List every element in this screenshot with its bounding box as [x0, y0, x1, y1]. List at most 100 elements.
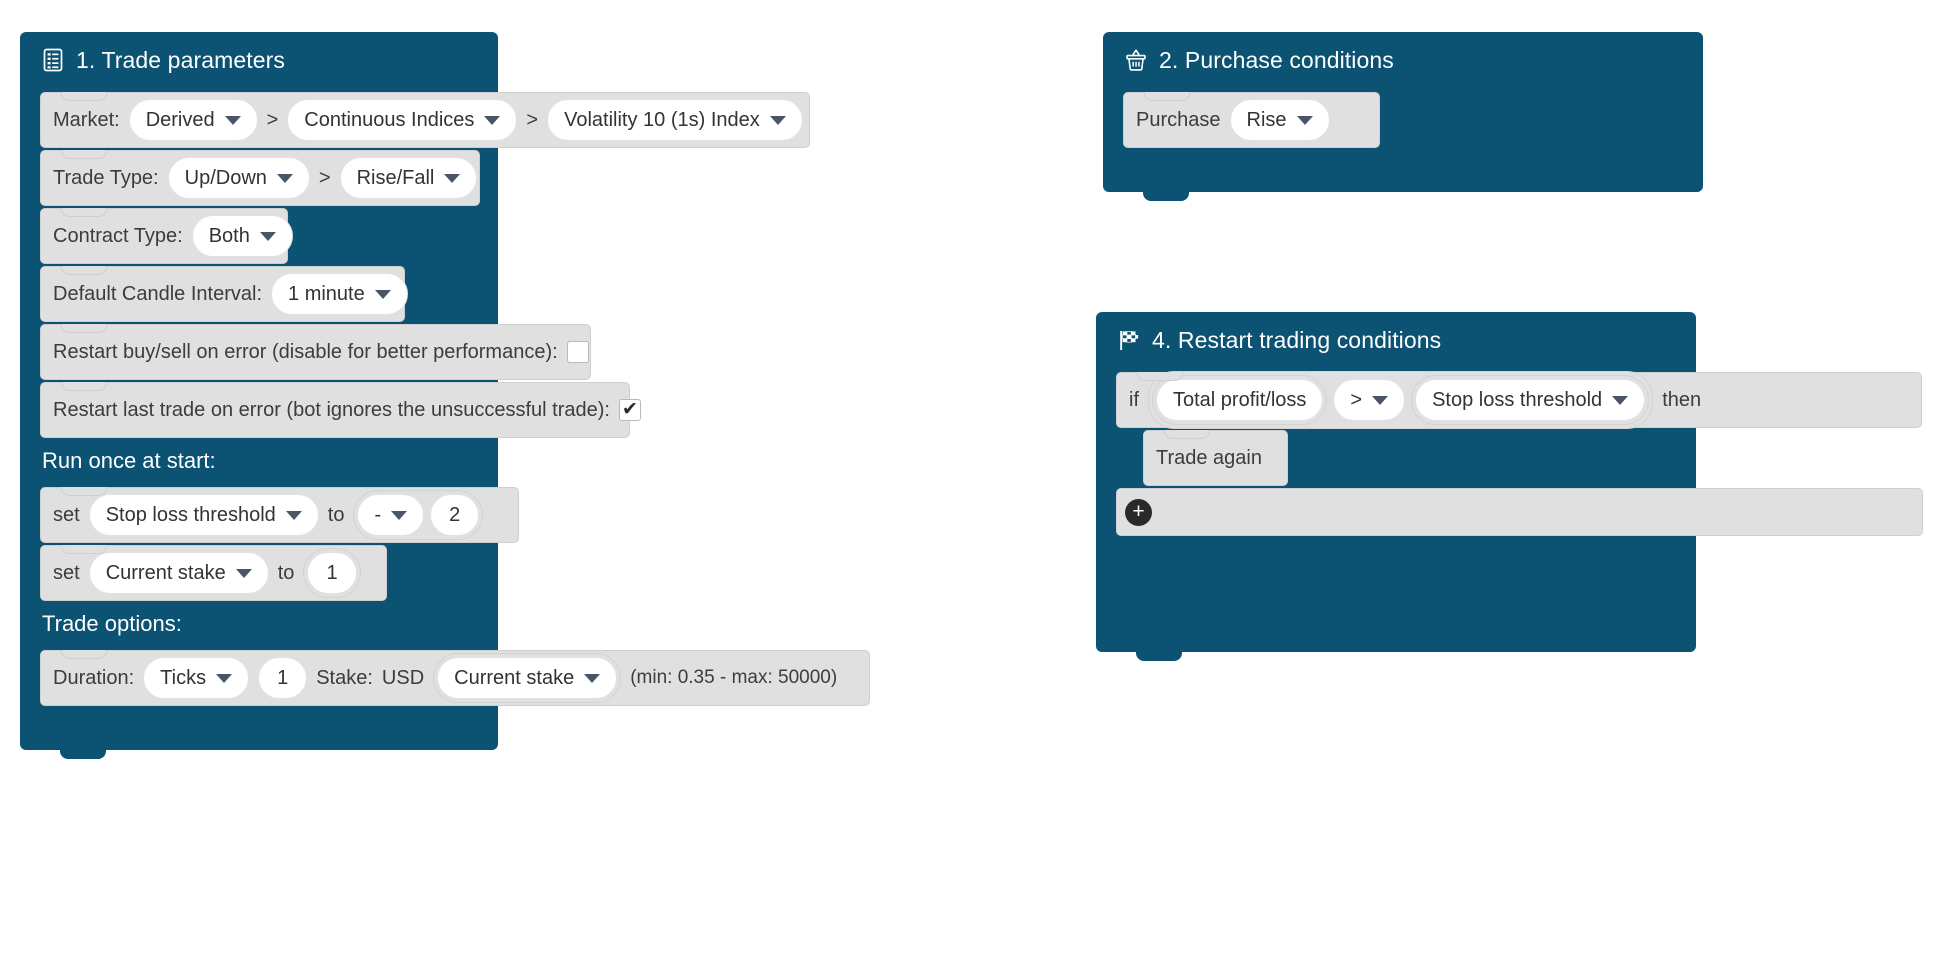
if-condition-socket[interactable]: Total profit/loss > Stop loss threshold [1148, 371, 1654, 429]
restart-buy-sell-checkbox[interactable] [566, 341, 589, 363]
add-block-button[interactable]: + [1125, 498, 1152, 526]
statement-if-condition[interactable]: if Total profit/loss > Stop loss thresho… [1116, 371, 1922, 429]
duration-value: 1 [277, 666, 289, 689]
right-operand-socket[interactable]: Stop loss threshold [1411, 375, 1650, 425]
set-label: set [53, 503, 80, 526]
stake-variable-value: Current stake [454, 666, 575, 689]
current-stake-variable-dropdown[interactable]: Current stake [88, 552, 269, 594]
to-label: to [327, 503, 345, 526]
statement-contract-type[interactable]: Contract Type: Both [40, 208, 293, 264]
duration-value-input[interactable]: 1 [258, 657, 308, 699]
block-trade-parameters-bottom-nub [60, 750, 106, 759]
stop-loss-number-value: 2 [449, 503, 461, 526]
market-separator-1: > [266, 108, 279, 131]
then-label: then [1662, 388, 1702, 411]
total-profit-loss-block[interactable]: Total profit/loss [1156, 379, 1324, 421]
restart-last-trade-label: Restart last trade on error (bot ignores… [53, 398, 610, 421]
chevron-down-icon [235, 568, 252, 578]
if-label: if [1129, 388, 1139, 411]
candle-interval-value: 1 minute [288, 282, 365, 305]
chevron-down-icon [444, 173, 461, 183]
block-purchase-conditions-bottom-nub [1143, 192, 1189, 201]
currency-label: USD [381, 666, 425, 689]
chevron-down-icon [276, 173, 293, 183]
statement-trade-options[interactable]: Duration: Ticks 1 Stake: USD Current sta… [40, 650, 870, 706]
purchase-type-value: Rise [1246, 108, 1287, 131]
block-purchase-conditions-title: 2. Purchase conditions [1159, 46, 1394, 73]
chevron-down-icon [216, 673, 233, 683]
comparison-operator-dropdown[interactable]: > [1333, 379, 1406, 421]
statement-restart-last-trade[interactable]: Restart last trade on error (bot ignores… [40, 382, 641, 438]
block-trade-parameters-header: 1. Trade parameters [20, 32, 498, 88]
market-level2-dropdown[interactable]: Continuous Indices [287, 99, 518, 141]
checkbox-tick: ✔ [621, 398, 638, 420]
run-once-at-start-title: Run once at start: [42, 448, 216, 473]
contract-type-label: Contract Type: [53, 224, 183, 247]
purchase-label: Purchase [1136, 108, 1221, 131]
market-level1-value: Derived [145, 108, 215, 131]
stake-variable-dropdown[interactable]: Current stake [437, 657, 618, 699]
statement-set-stop-loss-threshold[interactable]: set Stop loss threshold to - 2 [40, 487, 519, 543]
stake-label: Stake: [316, 666, 373, 689]
contract-type-dropdown[interactable]: Both [191, 215, 293, 257]
statement-add-row[interactable]: + [1116, 488, 1923, 536]
left-operand-value: Total profit/loss [1173, 388, 1307, 411]
set-label: set [53, 561, 80, 584]
trade-type-label: Trade Type: [53, 166, 159, 189]
statement-restart-buy-sell[interactable]: Restart buy/sell on error (disable for b… [40, 324, 591, 380]
current-stake-variable-value: Current stake [105, 561, 226, 584]
block-restart-trading-header: 4. Restart trading conditions [1096, 312, 1696, 368]
blockly-workspace[interactable]: 1. Trade parameters Market: Derived > Co… [0, 0, 1951, 965]
trade-type-level2-value: Rise/Fall [356, 166, 435, 189]
statement-trade-type[interactable]: Trade Type: Up/Down > Rise/Fall [40, 150, 480, 206]
contract-type-value: Both [208, 224, 250, 247]
stake-value-socket[interactable]: Current stake [433, 653, 622, 703]
chevron-down-icon [224, 115, 241, 125]
statement-set-current-stake[interactable]: set Current stake to 1 [40, 545, 387, 601]
duration-unit-value: Ticks [160, 666, 207, 689]
market-level1-dropdown[interactable]: Derived [128, 99, 258, 141]
statement-purchase[interactable]: Purchase Rise [1123, 92, 1380, 148]
trade-type-level1-value: Up/Down [184, 166, 267, 189]
trade-again-label: Trade again [1156, 446, 1262, 469]
chevron-down-icon [1612, 395, 1629, 405]
current-stake-number-value: 1 [326, 561, 338, 584]
trade-type-separator: > [318, 166, 331, 189]
stop-loss-number-input[interactable]: 2 [430, 494, 480, 536]
restart-last-trade-checkbox[interactable]: ✔ [618, 398, 641, 421]
chevron-down-icon [285, 510, 302, 520]
block-restart-trading-bottom-nub [1136, 652, 1182, 661]
stop-loss-variable-value: Stop loss threshold [105, 503, 276, 526]
right-operand-value: Stop loss threshold [1432, 388, 1603, 411]
stop-loss-threshold-dropdown[interactable]: Stop loss threshold [1415, 379, 1646, 421]
shopping-basket-icon [1126, 49, 1146, 71]
market-label: Market: [53, 108, 120, 131]
stop-loss-sign-dropdown[interactable]: - [357, 494, 425, 536]
trade-options-title: Trade options: [42, 611, 182, 636]
candle-interval-dropdown[interactable]: 1 minute [271, 273, 408, 315]
stop-loss-value-socket[interactable]: - 2 [353, 490, 484, 540]
trade-type-level2-dropdown[interactable]: Rise/Fall [339, 157, 478, 199]
statement-trade-again[interactable]: Trade again [1143, 430, 1288, 486]
market-level2-value: Continuous Indices [304, 108, 475, 131]
statement-market[interactable]: Market: Derived > Continuous Indices > V… [40, 92, 810, 148]
chevron-down-icon [1372, 395, 1389, 405]
trade-type-level1-dropdown[interactable]: Up/Down [167, 157, 310, 199]
current-stake-number-input[interactable]: 1 [307, 552, 357, 594]
market-level3-dropdown[interactable]: Volatility 10 (1s) Index [547, 99, 803, 141]
chevron-down-icon [259, 231, 276, 241]
duration-unit-dropdown[interactable]: Ticks [143, 657, 250, 699]
chevron-down-icon [1296, 115, 1313, 125]
comparison-operator-value: > [1350, 388, 1363, 411]
restart-buy-sell-label: Restart buy/sell on error (disable for b… [53, 340, 558, 363]
left-operand-socket[interactable]: Total profit/loss [1152, 375, 1328, 425]
chevron-down-icon [769, 115, 786, 125]
stop-loss-variable-dropdown[interactable]: Stop loss threshold [88, 494, 319, 536]
chevron-down-icon [374, 289, 391, 299]
candle-interval-label: Default Candle Interval: [53, 282, 263, 305]
purchase-type-dropdown[interactable]: Rise [1229, 99, 1330, 141]
current-stake-value-socket[interactable]: 1 [303, 548, 361, 598]
stop-loss-sign-value: - [374, 503, 382, 526]
stake-limits-text: (min: 0.35 - max: 50000) [630, 667, 838, 688]
statement-candle-interval[interactable]: Default Candle Interval: 1 minute [40, 266, 408, 322]
